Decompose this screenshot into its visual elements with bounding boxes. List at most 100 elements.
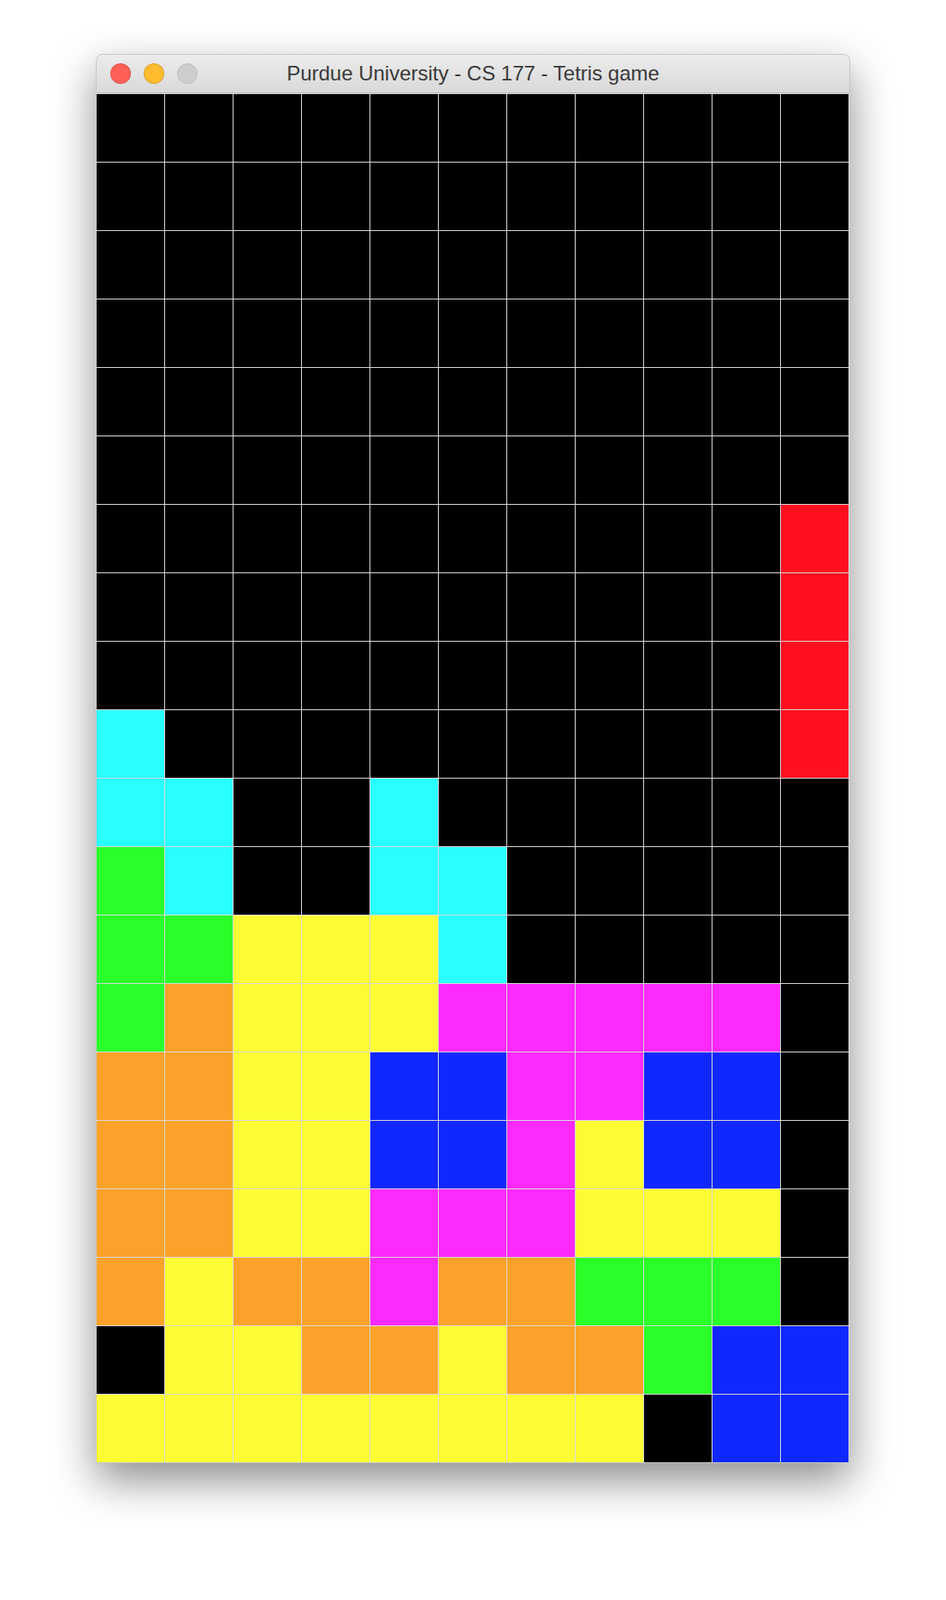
board-cell (780, 778, 849, 846)
board-cell (96, 230, 165, 299)
board-cell (575, 230, 644, 299)
board-cell (370, 1394, 438, 1462)
board-cell (165, 230, 233, 299)
board-cell (712, 367, 781, 436)
board-cell (644, 1120, 712, 1189)
board-cell (301, 573, 370, 641)
minimize-button[interactable] (143, 63, 165, 84)
board-cell (96, 299, 165, 367)
board-cell (301, 1257, 370, 1325)
board-cell (438, 1394, 507, 1462)
board-cell (165, 162, 233, 231)
board-cell (507, 504, 575, 573)
board-cell (301, 299, 370, 367)
board-cell (301, 915, 370, 983)
board-cell (644, 573, 712, 641)
board-cell (438, 504, 507, 573)
board-cell (575, 504, 644, 573)
board-cell (575, 436, 644, 504)
board-cell (301, 504, 370, 573)
board-cell (780, 573, 849, 641)
board-cell (165, 94, 233, 162)
board-cell (507, 1325, 575, 1394)
window-title: Purdue University - CS 177 - Tetris game (279, 58, 667, 89)
title-bar[interactable]: Purdue University - CS 177 - Tetris game (96, 54, 850, 94)
board-cell (96, 504, 165, 573)
board-cell (96, 983, 165, 1052)
board-cell (780, 1394, 849, 1462)
board-cell (644, 915, 712, 983)
board-cell (438, 709, 507, 778)
board-cell (575, 1257, 644, 1325)
board-cell (301, 230, 370, 299)
board-cell (301, 1120, 370, 1189)
board-cell (644, 709, 712, 778)
board-cell (301, 641, 370, 710)
board-cell (96, 1120, 165, 1189)
board-cell (780, 1120, 849, 1189)
board-cell (575, 299, 644, 367)
board-cell (438, 915, 507, 983)
board-cell (575, 162, 644, 231)
board-cell (507, 436, 575, 504)
zoom-button (177, 63, 198, 84)
board-cell (712, 1052, 781, 1120)
board-cell (165, 1188, 233, 1257)
board-cell (233, 299, 302, 367)
board-cell (575, 573, 644, 641)
board-cell (712, 1188, 781, 1257)
board-cell (370, 1325, 438, 1394)
board-cell (438, 778, 507, 846)
board-cell (575, 367, 644, 436)
board-cell (301, 778, 370, 846)
board-cell (370, 299, 438, 367)
board-cell (301, 162, 370, 231)
board-cell (712, 846, 781, 915)
board-cell (233, 641, 302, 710)
board-cell (507, 1257, 575, 1325)
board-cell (370, 1052, 438, 1120)
board-cell (233, 436, 302, 504)
board-cell (301, 1394, 370, 1462)
board-cell (780, 94, 849, 162)
board-cell (712, 1120, 781, 1189)
board-cell (507, 573, 575, 641)
board-cell (438, 983, 507, 1052)
board-cell (712, 94, 781, 162)
board-cell (301, 709, 370, 778)
board-cell (301, 1188, 370, 1257)
close-button[interactable] (110, 63, 131, 84)
board-cell (301, 846, 370, 915)
board-cell (96, 846, 165, 915)
board-cell (165, 504, 233, 573)
board-cell (644, 778, 712, 846)
board-cell (644, 367, 712, 436)
board-cell (507, 709, 575, 778)
board-cell (96, 1188, 165, 1257)
board-cell (644, 1325, 712, 1394)
board-cell (165, 299, 233, 367)
board-cell (438, 162, 507, 231)
board-cell (165, 641, 233, 710)
board-cell (507, 162, 575, 231)
board-cell (712, 709, 781, 778)
board-cell (233, 1257, 302, 1325)
board-cell (644, 162, 712, 231)
board-cell (712, 641, 781, 710)
board-cell (96, 436, 165, 504)
board-cell (575, 846, 644, 915)
board-cell (438, 1188, 507, 1257)
board-cell (644, 1257, 712, 1325)
board-cell (96, 709, 165, 778)
board-cell (644, 436, 712, 504)
board-cell (96, 367, 165, 436)
board-cell (644, 983, 712, 1052)
board-cell (96, 915, 165, 983)
board-cell (712, 915, 781, 983)
board-cell (301, 983, 370, 1052)
board-cell (165, 1394, 233, 1462)
board-cell (165, 1052, 233, 1120)
board-cell (165, 1325, 233, 1394)
board-cell (165, 778, 233, 846)
board-cell (165, 436, 233, 504)
